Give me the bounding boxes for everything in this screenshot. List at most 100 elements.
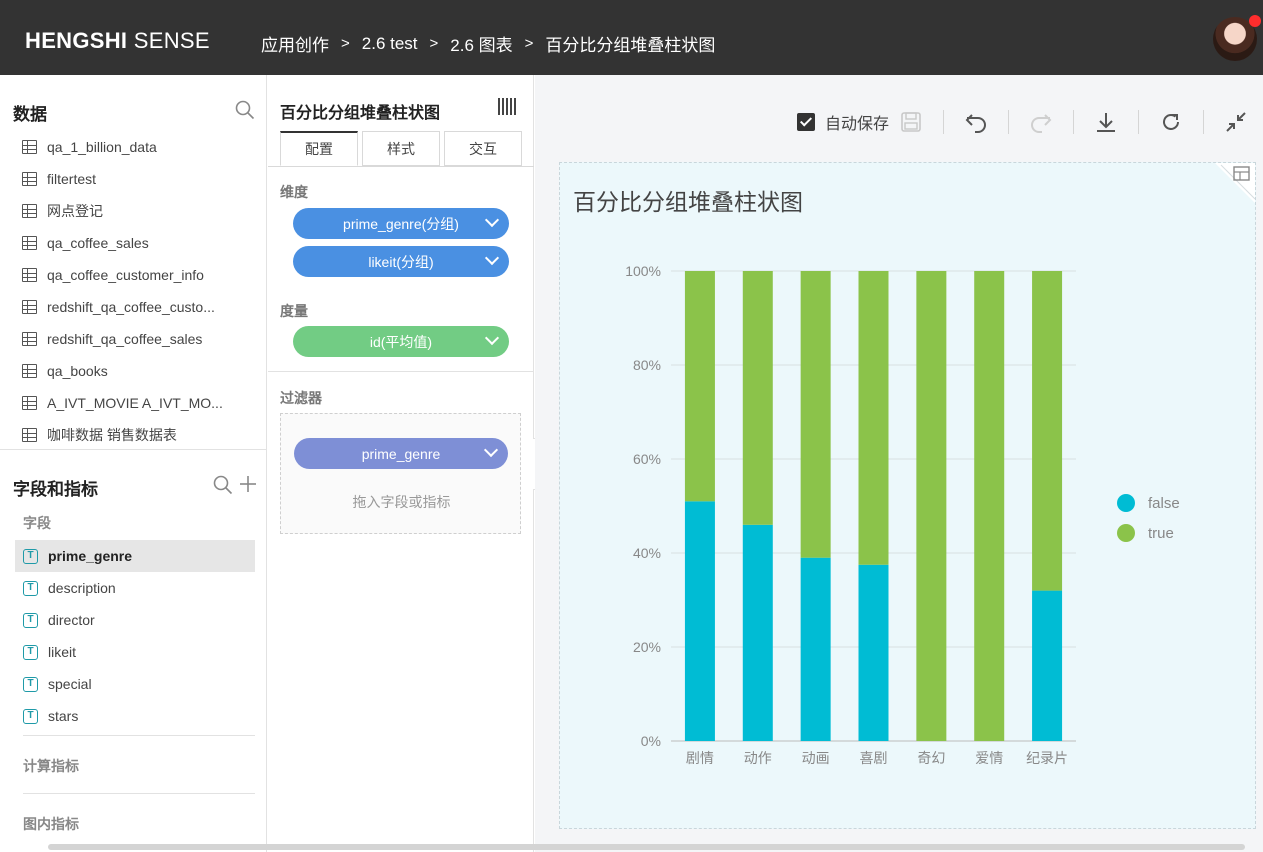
bar-segment-true	[1032, 271, 1063, 591]
dimension-pill[interactable]: prime_genre(分组)	[293, 208, 509, 239]
dataset-item[interactable]: 网点登记	[22, 195, 262, 227]
bar-segment-false	[684, 501, 715, 741]
add-icon[interactable]	[238, 474, 258, 499]
field-label: likeit	[48, 644, 77, 660]
breadcrumb-separator: >	[429, 35, 439, 52]
field-label: director	[48, 612, 95, 628]
filter-pill[interactable]: prime_genre	[294, 438, 508, 469]
search-icon[interactable]	[235, 100, 255, 125]
chart-card[interactable]: 百分比分组堆叠柱状图 0% 20% 40% 60% 80% 100% 剧情 动作 动画 喜剧 奇幻 爱…	[559, 162, 1256, 829]
chevron-down-icon[interactable]	[484, 250, 500, 266]
field-item-stars[interactable]: Tstars	[15, 700, 255, 732]
calc-metrics-heading[interactable]: 计算指标	[23, 756, 79, 776]
dataset-item[interactable]: 咖啡数据 销售数据表	[22, 419, 262, 451]
legend-marker-false	[1117, 494, 1135, 512]
chart-toolbar: 自动保存	[797, 104, 1254, 140]
filter-drop-zone[interactable]: prime_genre 拖入字段或指标	[280, 413, 521, 534]
toolbar-divider	[943, 110, 945, 134]
chevron-down-icon[interactable]	[483, 442, 499, 458]
tab-config[interactable]: 配置	[280, 131, 358, 166]
field-item-prime-genre[interactable]: Tprime_genre	[15, 540, 255, 572]
dataset-item[interactable]: filtertest	[22, 163, 262, 195]
page-corner-icon[interactable]	[1215, 163, 1255, 203]
dataset-item[interactable]: qa_coffee_sales	[22, 227, 262, 259]
toolbar-divider	[1073, 110, 1075, 134]
refresh-icon[interactable]	[1153, 104, 1189, 140]
field-item-likeit[interactable]: Tlikeit	[15, 636, 255, 668]
dataset-label: redshift_qa_coffee_sales	[47, 331, 203, 347]
autosave-checkbox[interactable]	[797, 113, 815, 131]
x-tick-label: 奇幻	[917, 750, 945, 766]
y-tick-label: 20%	[633, 639, 661, 655]
text-type-icon: T	[23, 708, 38, 724]
legend-marker-true	[1117, 524, 1135, 542]
tab-style[interactable]: 样式	[362, 131, 440, 166]
breadcrumb-separator: >	[524, 35, 534, 52]
bar-segment-false	[800, 557, 831, 741]
app-logo[interactable]: HENGSHI SENSE	[25, 28, 210, 54]
tabs-underline	[268, 166, 534, 167]
download-icon[interactable]	[1088, 104, 1124, 140]
dataset-label: A_IVT_MOVIE A_IVT_MO...	[47, 395, 223, 411]
dataset-label: redshift_qa_coffee_custo...	[47, 299, 215, 315]
bar-segment-false	[858, 564, 889, 741]
chart-config-panel: 百分比分组堆叠柱状图 配置 样式 交互 维度 prime_genre(分组) l…	[268, 75, 534, 852]
dataset-label: qa_coffee_sales	[47, 235, 149, 251]
horizontal-scrollbar[interactable]	[48, 844, 1245, 850]
field-label: special	[48, 676, 92, 692]
text-type-icon: T	[23, 612, 38, 628]
bar-segment-true	[742, 271, 773, 525]
save-icon[interactable]	[893, 104, 929, 140]
measure-pill[interactable]: id(平均值)	[293, 326, 509, 357]
dataset-item[interactable]: redshift_qa_coffee_custo...	[22, 291, 262, 323]
y-tick-label: 0%	[641, 733, 661, 749]
breadcrumb-item-project[interactable]: 2.6 test	[362, 34, 418, 54]
table-icon	[22, 204, 37, 218]
section-divider	[0, 449, 267, 450]
pill-label: likeit(分组)	[368, 253, 434, 270]
field-label: stars	[48, 708, 79, 724]
legend-label-false: false	[1148, 495, 1180, 512]
breadcrumb: 应用创作 > 2.6 test > 2.6 图表 > 百分比分组堆叠柱状图	[261, 31, 715, 56]
top-bar: HENGSHI SENSE 应用创作 > 2.6 test > 2.6 图表 >…	[0, 0, 1263, 75]
tab-interaction[interactable]: 交互	[444, 131, 522, 166]
chevron-down-icon[interactable]	[484, 330, 500, 346]
table-icon	[22, 172, 37, 186]
text-type-icon: T	[23, 580, 38, 596]
toolbar-divider	[1008, 110, 1010, 134]
chevron-down-icon[interactable]	[484, 212, 500, 228]
field-item-description[interactable]: Tdescription	[15, 572, 255, 604]
bar-segment-true	[800, 271, 831, 558]
dataset-item[interactable]: A_IVT_MOVIE A_IVT_MO...	[22, 387, 262, 419]
dimension-pill[interactable]: likeit(分组)	[293, 246, 509, 277]
dataset-item[interactable]: qa_1_billion_data	[22, 131, 262, 163]
field-item-director[interactable]: Tdirector	[15, 604, 255, 636]
exit-fullscreen-icon[interactable]	[1218, 104, 1254, 140]
user-avatar[interactable]	[1213, 15, 1261, 61]
undo-icon[interactable]	[958, 104, 994, 140]
x-tick-label: 动画	[802, 750, 830, 766]
redo-icon[interactable]	[1023, 104, 1059, 140]
bar-segment-false	[742, 524, 773, 741]
x-tick-label: 喜剧	[860, 750, 888, 766]
pill-label: prime_genre	[361, 445, 441, 462]
breadcrumb-item-app[interactable]: 应用创作	[261, 31, 329, 56]
barcode-icon[interactable]	[498, 98, 517, 115]
data-panel: 数据 qa_1_billion_data filtertest 网点登记 qa_…	[0, 75, 267, 852]
y-tick-label: 60%	[633, 451, 661, 467]
section-divider	[23, 735, 255, 736]
breadcrumb-item-chart: 百分比分组堆叠柱状图	[545, 36, 716, 55]
dataset-label: qa_coffee_customer_info	[47, 267, 204, 283]
breadcrumb-item-dashboard[interactable]: 2.6 图表	[450, 31, 512, 56]
dataset-item[interactable]: qa_coffee_customer_info	[22, 259, 262, 291]
dataset-item[interactable]: redshift_qa_coffee_sales	[22, 323, 262, 355]
config-title: 百分比分组堆叠柱状图	[280, 105, 441, 122]
table-icon	[22, 236, 37, 250]
bar-segment-true	[858, 271, 889, 565]
dataset-item[interactable]: qa_books	[22, 355, 262, 387]
dataset-list: qa_1_billion_data filtertest 网点登记 qa_cof…	[22, 131, 262, 451]
inchart-metrics-heading[interactable]: 图内指标	[23, 814, 79, 834]
chart-title: 百分比分组堆叠柱状图	[573, 189, 803, 215]
field-item-special[interactable]: Tspecial	[15, 668, 255, 700]
field-search-icon[interactable]	[213, 475, 233, 500]
